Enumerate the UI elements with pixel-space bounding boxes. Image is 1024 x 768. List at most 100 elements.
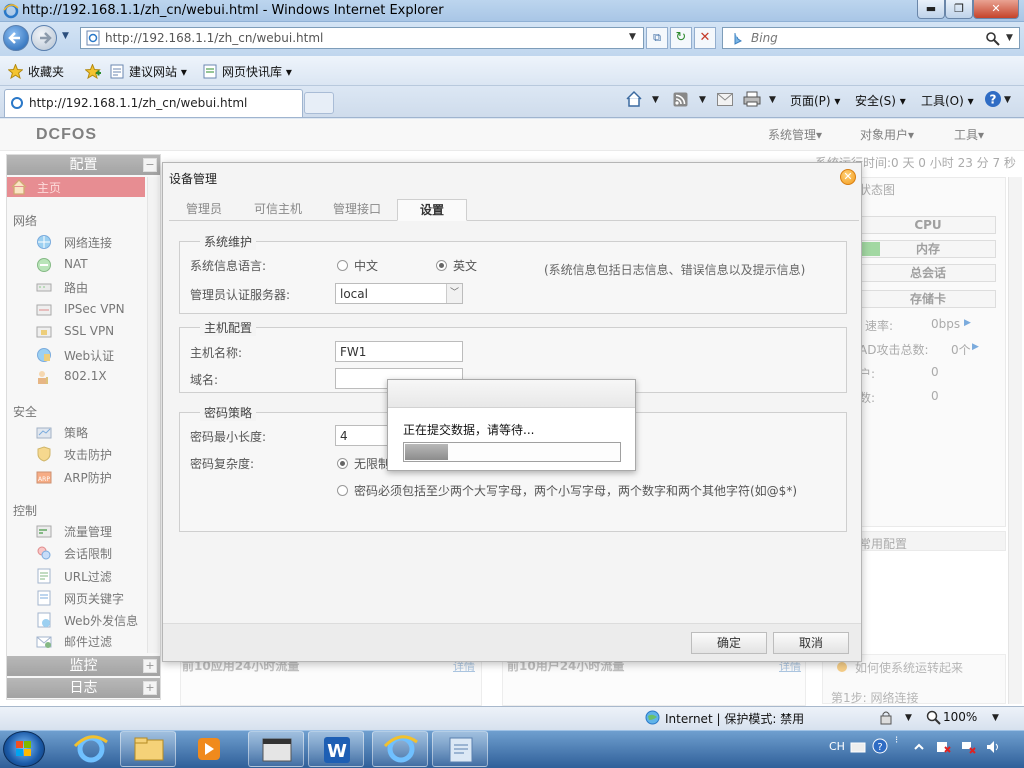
- progress-dialog: 正在提交数据，请等待...: [387, 379, 636, 471]
- feeds-icon[interactable]: [673, 92, 688, 107]
- min-length-input[interactable]: 4: [335, 425, 395, 446]
- zoom-dropdown-icon[interactable]: ▼: [992, 713, 999, 723]
- auth-server-select[interactable]: local ﹀: [335, 283, 463, 304]
- svg-text:?: ?: [990, 93, 997, 107]
- taskbar-media-player[interactable]: [180, 731, 236, 767]
- windows-logo-icon: [16, 741, 31, 756]
- language-english-radio[interactable]: [436, 260, 447, 271]
- auth-server-label: 管理员认证服务器:: [190, 288, 291, 302]
- ok-button[interactable]: 确定: [691, 632, 767, 654]
- internet-zone-icon: [645, 710, 660, 725]
- taskbar-notepad[interactable]: [432, 731, 488, 767]
- web-slice-gallery-link[interactable]: 网页快讯库 ▾: [222, 63, 292, 80]
- suggested-sites-link[interactable]: 建议网站 ▾: [129, 63, 187, 80]
- stop-button[interactable]: ✕: [694, 27, 716, 49]
- back-button[interactable]: [3, 25, 29, 51]
- print-icon[interactable]: [743, 91, 761, 107]
- action-center-icon[interactable]: [935, 739, 951, 755]
- min-length-label: 密码最小长度:: [190, 430, 267, 444]
- window-titlebar: http://192.168.1.1/zh_cn/webui.html - Wi…: [0, 0, 1024, 22]
- zoom-icon: [926, 710, 941, 725]
- favorites-button[interactable]: 收藏夹: [28, 63, 64, 80]
- complexity-strict-radio[interactable]: [337, 485, 348, 496]
- auth-server-value: local: [340, 287, 368, 301]
- compatibility-view-button[interactable]: ⧉: [646, 27, 668, 49]
- tab-settings[interactable]: 设置: [397, 199, 467, 221]
- close-icon[interactable]: ✕: [840, 169, 856, 185]
- tray-help-icon[interactable]: ?: [872, 738, 888, 754]
- taskbar-ie-active[interactable]: [372, 731, 428, 767]
- tray-expand-icon[interactable]: [912, 740, 926, 754]
- home-icon[interactable]: [625, 90, 643, 108]
- input-language[interactable]: CH: [829, 740, 845, 753]
- bing-icon: [734, 33, 742, 45]
- chevron-down-icon: ﹀: [446, 284, 462, 303]
- app-window-icon: [262, 738, 292, 762]
- help-dropdown-icon[interactable]: ▼: [1004, 95, 1011, 105]
- refresh-button[interactable]: ↻: [670, 27, 692, 49]
- history-dropdown-icon[interactable]: ▼: [62, 31, 69, 41]
- start-button[interactable]: [3, 731, 45, 767]
- svg-text:W: W: [327, 741, 347, 762]
- browser-tab[interactable]: http://192.168.1.1/zh_cn/webui.html: [4, 89, 303, 117]
- svg-text:?: ?: [877, 742, 882, 753]
- complexity-strict-label: 密码必须包括至少两个大写字母，两个小写字母，两个数字和两个其他字符(如@$*): [354, 484, 798, 498]
- safety-menu[interactable]: 安全(S) ▾: [855, 92, 906, 109]
- address-toolbar: ▼ http://192.168.1.1/zh_cn/webui.html ▼ …: [0, 22, 1024, 56]
- hostname-input[interactable]: FW1: [335, 341, 463, 362]
- folder-icon: [134, 737, 164, 761]
- tools-menu[interactable]: 工具(O) ▾: [921, 92, 974, 109]
- search-dropdown-icon[interactable]: ▼: [1006, 33, 1013, 43]
- forward-button[interactable]: [31, 25, 57, 51]
- page-menu[interactable]: 页面(P) ▾: [790, 92, 840, 109]
- cancel-button[interactable]: 取消: [773, 632, 849, 654]
- security-zone-text[interactable]: Internet | 保护模式: 禁用: [665, 710, 804, 727]
- protected-mode-icon[interactable]: [878, 710, 894, 725]
- tab-administrators[interactable]: 管理员: [169, 199, 239, 221]
- notepad-icon: [449, 737, 473, 763]
- taskbar-app-window[interactable]: [248, 731, 304, 767]
- system-maintenance-section: 系统维护 系统信息语言: 中文 英文 (系统信息包括日志信息、错误信息以及提示信…: [179, 233, 847, 314]
- tray-options-icon[interactable]: ⁝: [895, 735, 898, 746]
- search-icon[interactable]: [985, 31, 1001, 47]
- search-box[interactable]: Bing ▼: [722, 27, 1020, 49]
- keyboard-icon[interactable]: [850, 740, 866, 754]
- section-legend: 系统维护: [200, 233, 257, 250]
- new-tab-button[interactable]: [304, 92, 334, 114]
- protected-mode-dropdown-icon[interactable]: ▼: [905, 713, 912, 723]
- language-chinese-radio[interactable]: [337, 260, 348, 271]
- address-bar[interactable]: http://192.168.1.1/zh_cn/webui.html ▼: [80, 27, 644, 49]
- taskbar-ie-pinned[interactable]: [62, 731, 118, 767]
- feeds-dropdown-icon[interactable]: ▼: [699, 95, 706, 105]
- network-icon[interactable]: [960, 739, 976, 755]
- media-player-icon: [198, 738, 220, 760]
- complexity-none-radio[interactable]: [337, 458, 348, 469]
- zoom-level[interactable]: 100%: [943, 710, 977, 724]
- language-label: 系统信息语言:: [190, 259, 267, 273]
- window-title: http://192.168.1.1/zh_cn/webui.html - Wi…: [22, 3, 444, 18]
- close-window-button[interactable]: ✕: [973, 0, 1019, 19]
- ie-taskbar-icon: [383, 735, 418, 763]
- mail-icon[interactable]: [717, 93, 733, 106]
- taskbar-wps-writer[interactable]: W: [308, 731, 364, 767]
- maximize-button[interactable]: ❐: [945, 0, 973, 19]
- language-english-label: 英文: [453, 259, 478, 273]
- tab-ie-icon: [11, 97, 23, 109]
- progress-bar: [403, 442, 621, 462]
- address-text: http://192.168.1.1/zh_cn/webui.html: [105, 31, 324, 45]
- domain-label: 域名:: [190, 373, 219, 387]
- minimize-button[interactable]: ▬: [917, 0, 945, 19]
- volume-icon[interactable]: [985, 739, 1001, 755]
- complexity-label: 密码复杂度:: [190, 457, 255, 471]
- tab-trusted-hosts[interactable]: 可信主机: [239, 199, 317, 221]
- help-icon[interactable]: ?: [984, 90, 1002, 108]
- taskbar-explorer[interactable]: [120, 731, 176, 767]
- print-dropdown-icon[interactable]: ▼: [769, 95, 776, 105]
- section-legend: 主机配置: [200, 319, 257, 336]
- address-dropdown-icon[interactable]: ▼: [629, 32, 636, 42]
- dialog-title: 设备管理: [169, 172, 218, 186]
- ie-icon: [3, 3, 19, 19]
- add-favorite-icon[interactable]: [85, 64, 101, 79]
- home-dropdown-icon[interactable]: ▼: [652, 95, 659, 105]
- tab-management-interface[interactable]: 管理接口: [317, 199, 397, 221]
